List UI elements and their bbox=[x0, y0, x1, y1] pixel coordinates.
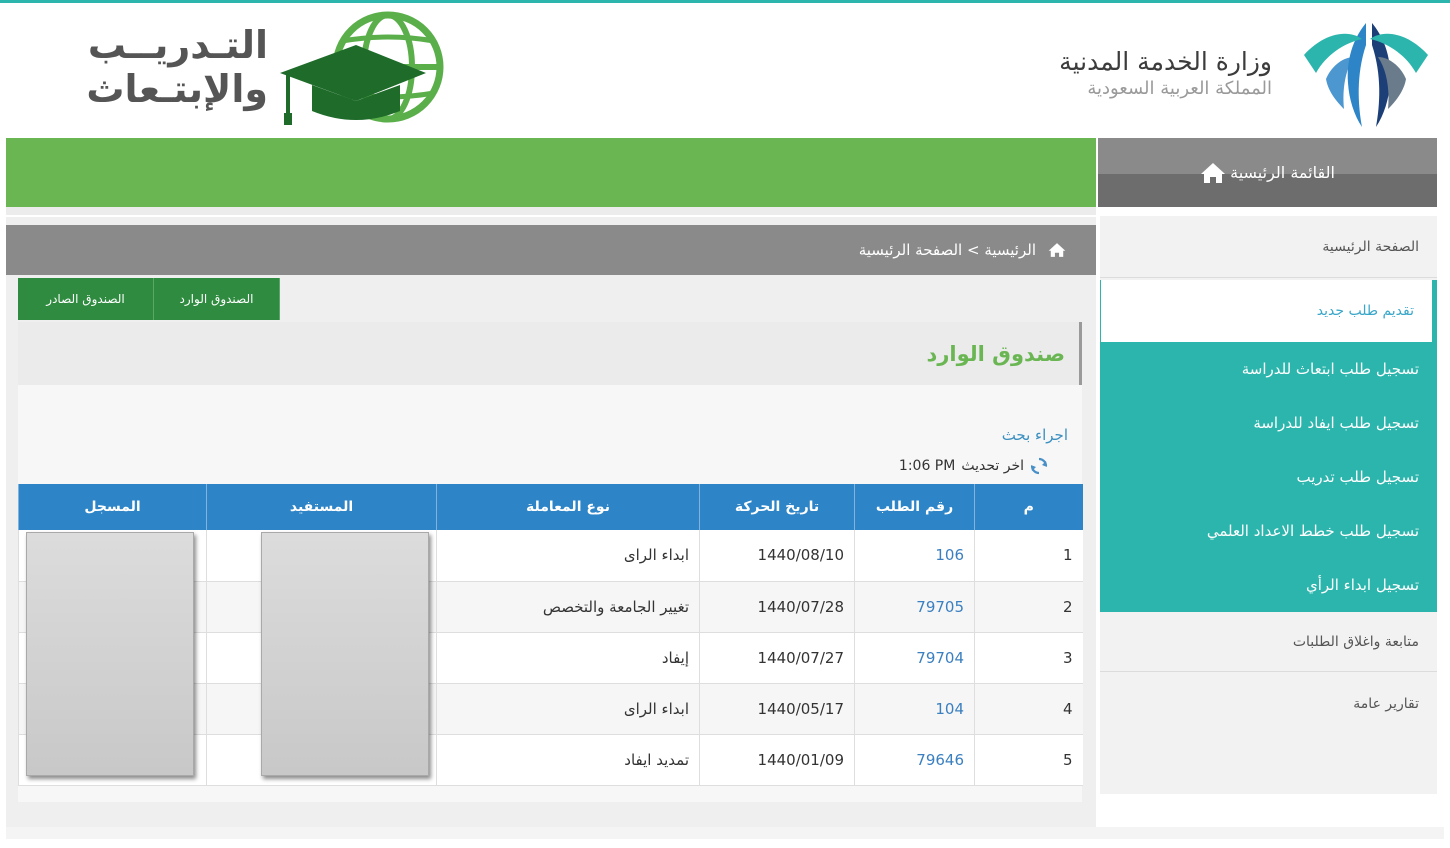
cell-date: 1440/05/17 bbox=[699, 683, 855, 735]
cell-date: 1440/01/09 bbox=[699, 734, 855, 786]
last-update-time: 1:06 PM bbox=[898, 458, 956, 474]
site-header: وزارة الخدمة المدنية المملكة العربية الس… bbox=[6, 3, 1444, 137]
tab-inbox[interactable]: الصندوق الوارد bbox=[154, 278, 280, 320]
sidebar-item-label: تقديم طلب جديد bbox=[1316, 303, 1414, 319]
cell-date: 1440/07/28 bbox=[699, 581, 855, 633]
footer-strip bbox=[6, 827, 1444, 839]
ministry-branding[interactable]: وزارة الخدمة المدنية المملكة العربية الس… bbox=[1016, 11, 1436, 133]
sidebar-item-label: تقارير عامة bbox=[1353, 696, 1419, 712]
panel-title: صندوق الوارد bbox=[926, 341, 1065, 366]
sidebar-item-academic-plans[interactable]: تسجيل طلب خطط الاعداد العلمي bbox=[1100, 504, 1437, 558]
ministry-logo-icon bbox=[1304, 23, 1428, 127]
sidebar-item-label: تسجيل طلب خطط الاعداد العلمي bbox=[1206, 522, 1419, 540]
last-update: اخر تحديث 1:06 PM bbox=[899, 457, 1048, 475]
table-header-row: م رقم الطلب تاريخ الحركة نوع المعاملة ال… bbox=[18, 484, 1083, 530]
main-menu-header[interactable]: القائمة الرئيسية bbox=[1098, 138, 1437, 207]
column-header-request-number[interactable]: رقم الطلب bbox=[854, 484, 975, 530]
sidebar-item-label: متابعة واغلاق الطلبات bbox=[1292, 633, 1419, 650]
cell-request-number[interactable]: 79646 bbox=[854, 734, 975, 786]
mailbox-tabs: الصندوق الصادر الصندوق الوارد bbox=[18, 278, 280, 320]
cell-type: إيفاد bbox=[436, 632, 700, 684]
panel-header: صندوق الوارد bbox=[18, 322, 1082, 385]
redaction-overlay-beneficiary bbox=[261, 532, 429, 776]
cell-index: 4 bbox=[974, 683, 1083, 735]
cell-date: 1440/07/27 bbox=[699, 632, 855, 684]
cell-request-number[interactable]: 106 bbox=[854, 530, 975, 582]
cell-date: 1440/08/10 bbox=[699, 530, 855, 582]
cell-index: 5 bbox=[974, 734, 1083, 786]
green-bar-underline bbox=[6, 207, 1096, 215]
cell-type: تغيير الجامعة والتخصص bbox=[436, 581, 700, 633]
refresh-icon[interactable] bbox=[1030, 457, 1048, 475]
sidebar-item-label: تسجيل ابداء الرأي bbox=[1305, 576, 1419, 594]
column-header-index[interactable]: م bbox=[974, 484, 1083, 530]
tab-outbox[interactable]: الصندوق الصادر bbox=[18, 278, 154, 320]
training-title-line1: التـدريــب bbox=[87, 23, 268, 67]
column-header-registrar[interactable]: المسجل bbox=[18, 484, 207, 530]
cell-request-number[interactable]: 79705 bbox=[854, 581, 975, 633]
breadcrumb: الرئيسية > الصفحة الرئيسية bbox=[6, 225, 1096, 275]
home-icon bbox=[1201, 162, 1226, 183]
sidebar-item-scholarship[interactable]: تسجيل طلب ابتعاث للدراسة bbox=[1100, 342, 1437, 396]
cell-index: 3 bbox=[974, 632, 1083, 684]
home-icon[interactable] bbox=[1048, 242, 1066, 258]
ministry-subtitle: المملكة العربية السعودية bbox=[1087, 78, 1272, 99]
column-header-type[interactable]: نوع المعاملة bbox=[436, 484, 700, 530]
search-link[interactable]: اجراء بحث bbox=[1002, 426, 1068, 444]
main-menu-label: القائمة الرئيسية bbox=[1230, 163, 1335, 182]
cell-request-number[interactable]: 79704 bbox=[854, 632, 975, 684]
sidebar-item-label: تسجيل طلب ابتعاث للدراسة bbox=[1241, 360, 1419, 378]
sidebar-item-label: تسجيل طلب تدريب bbox=[1296, 468, 1420, 486]
sidebar-item-new-request[interactable]: تقديم طلب جديد bbox=[1100, 280, 1437, 342]
cell-request-number[interactable]: 104 bbox=[854, 683, 975, 735]
sidebar-item-training[interactable]: تسجيل طلب تدريب bbox=[1100, 450, 1437, 504]
cell-index: 1 bbox=[974, 530, 1083, 582]
sidebar-item-opinion[interactable]: تسجيل ابداء الرأي bbox=[1100, 558, 1437, 612]
graduation-globe-icon bbox=[280, 11, 444, 125]
sidebar: الصفحة الرئيسية تقديم طلب جديد تسجيل طلب… bbox=[1100, 216, 1437, 794]
last-update-label: اخر تحديث bbox=[961, 458, 1024, 474]
sidebar-item-home[interactable]: الصفحة الرئيسية bbox=[1100, 216, 1437, 278]
cell-type: ابداء الراى bbox=[436, 683, 700, 735]
training-title-line2: والإبتـعاث bbox=[86, 67, 268, 111]
training-branding[interactable]: التـدريــب والإبتـعاث bbox=[26, 9, 456, 133]
cell-index: 2 bbox=[974, 581, 1083, 633]
column-header-beneficiary[interactable]: المستفيد bbox=[206, 484, 437, 530]
column-header-date[interactable]: تاريخ الحركة bbox=[699, 484, 855, 530]
sidebar-item-reports[interactable]: تقارير عامة bbox=[1100, 674, 1437, 734]
green-nav-bar bbox=[6, 138, 1096, 207]
cell-type: ابداء الراى bbox=[436, 530, 700, 582]
sidebar-item-follow-up[interactable]: متابعة واغلاق الطلبات bbox=[1100, 612, 1437, 672]
cell-type: تمديد ايفاد bbox=[436, 734, 700, 786]
sidebar-item-delegation[interactable]: تسجيل طلب ايفاد للدراسة bbox=[1100, 396, 1437, 450]
sidebar-item-label: الصفحة الرئيسية bbox=[1322, 238, 1419, 255]
ministry-name: وزارة الخدمة المدنية bbox=[1059, 47, 1272, 76]
redaction-overlay-registrar bbox=[26, 532, 194, 776]
breadcrumb-text[interactable]: الرئيسية > الصفحة الرئيسية bbox=[859, 241, 1036, 259]
sidebar-item-label: تسجيل طلب ايفاد للدراسة bbox=[1253, 414, 1419, 432]
